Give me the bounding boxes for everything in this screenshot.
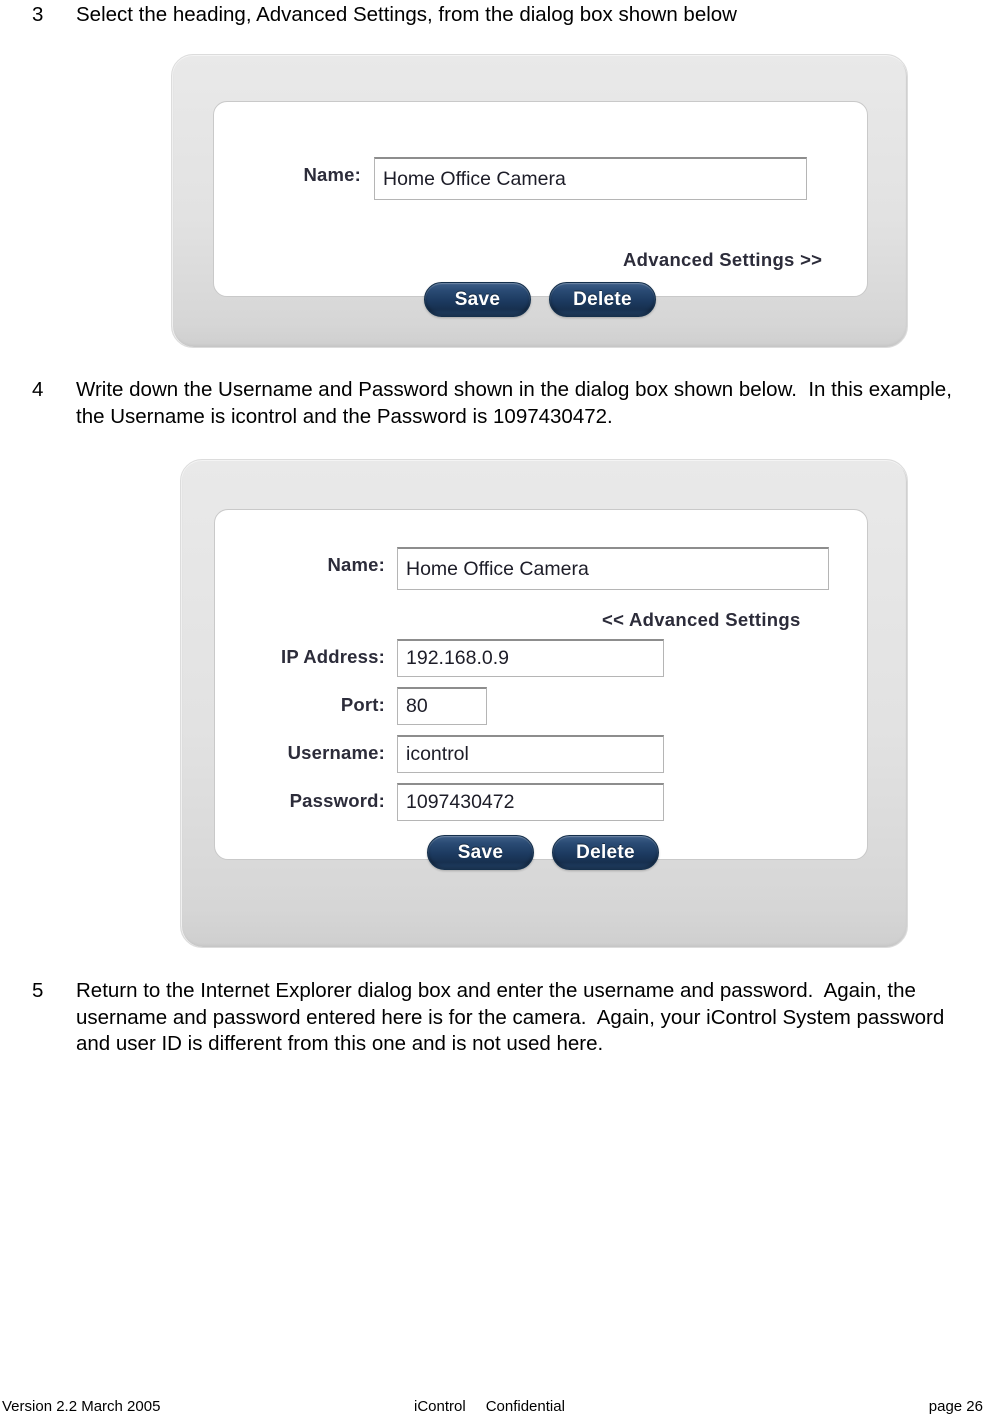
save-button[interactable]: Save bbox=[424, 282, 531, 317]
step-3-text: Select the heading, Advanced Settings, f… bbox=[76, 3, 737, 26]
dialog-expanded-button-row: Save Delete bbox=[427, 835, 659, 870]
name-field-row-collapsed: Name: Home Office Camera bbox=[261, 157, 807, 200]
camera-dialog-collapsed: Name: Home Office Camera Advanced Settin… bbox=[171, 54, 908, 348]
ip-address-label: IP Address: bbox=[281, 646, 385, 667]
username-label: Username: bbox=[287, 742, 385, 763]
port-input[interactable]: 80 bbox=[397, 687, 487, 725]
delete-button[interactable]: Delete bbox=[549, 282, 656, 317]
step-3-body: Select the heading, Advanced Settings, f… bbox=[76, 2, 737, 29]
ip-address-field-row: IP Address: 192.168.0.9 bbox=[255, 639, 664, 677]
step-4-text: Write down the Username and Password sho… bbox=[76, 378, 958, 428]
step-5-text: Return to the Internet Explorer dialog b… bbox=[76, 979, 950, 1055]
step-4-number: 4 bbox=[32, 378, 44, 401]
password-input[interactable]: 1097430472 bbox=[397, 783, 664, 821]
footer-center: iControl Confidential bbox=[414, 1398, 565, 1415]
step-5-body: Return to the Internet Explorer dialog b… bbox=[76, 978, 982, 1058]
name-field-row-expanded: Name: Home Office Camera bbox=[255, 547, 829, 590]
port-field-row: Port: 80 bbox=[255, 687, 487, 725]
name-input[interactable]: Home Office Camera bbox=[374, 157, 807, 200]
camera-dialog-collapsed-panel: Name: Home Office Camera Advanced Settin… bbox=[213, 101, 868, 317]
name-label: Name: bbox=[303, 164, 361, 185]
dialog-collapsed-button-row: Save Delete bbox=[424, 282, 656, 317]
name-label-expanded: Name: bbox=[327, 554, 385, 575]
footer-version: Version 2.2 March 2005 bbox=[2, 1398, 161, 1415]
advanced-settings-toggle[interactable]: Advanced Settings >> bbox=[623, 249, 822, 271]
step-3: 3 Select the heading, Advanced Settings,… bbox=[32, 2, 737, 29]
step-5-number: 5 bbox=[32, 979, 44, 1002]
name-input-expanded[interactable]: Home Office Camera bbox=[397, 547, 829, 590]
camera-dialog-expanded-panel: Name: Home Office Camera << Advanced Set… bbox=[214, 509, 868, 870]
username-field-row: Username: icontrol bbox=[255, 735, 664, 773]
delete-button-expanded[interactable]: Delete bbox=[552, 835, 659, 870]
camera-dialog-expanded: Name: Home Office Camera << Advanced Set… bbox=[180, 459, 908, 948]
port-label: Port: bbox=[340, 694, 385, 715]
ip-address-input[interactable]: 192.168.0.9 bbox=[397, 639, 664, 677]
advanced-settings-toggle-expanded[interactable]: << Advanced Settings bbox=[602, 609, 801, 631]
step-4: 4 Write down the Username and Password s… bbox=[32, 377, 982, 430]
save-button-expanded[interactable]: Save bbox=[427, 835, 534, 870]
page-footer: Version 2.2 March 2005 iControl Confident… bbox=[0, 1398, 989, 1420]
footer-company: iControl bbox=[414, 1398, 466, 1415]
password-field-row: Password: 1097430472 bbox=[255, 783, 664, 821]
step-5: 5 Return to the Internet Explorer dialog… bbox=[32, 978, 982, 1058]
step-3-number: 3 bbox=[32, 3, 44, 26]
password-label: Password: bbox=[289, 790, 385, 811]
username-input[interactable]: icontrol bbox=[397, 735, 664, 773]
footer-classification: Confidential bbox=[485, 1398, 565, 1415]
step-4-body: Write down the Username and Password sho… bbox=[76, 377, 982, 430]
footer-page-number: page 26 bbox=[928, 1398, 983, 1415]
